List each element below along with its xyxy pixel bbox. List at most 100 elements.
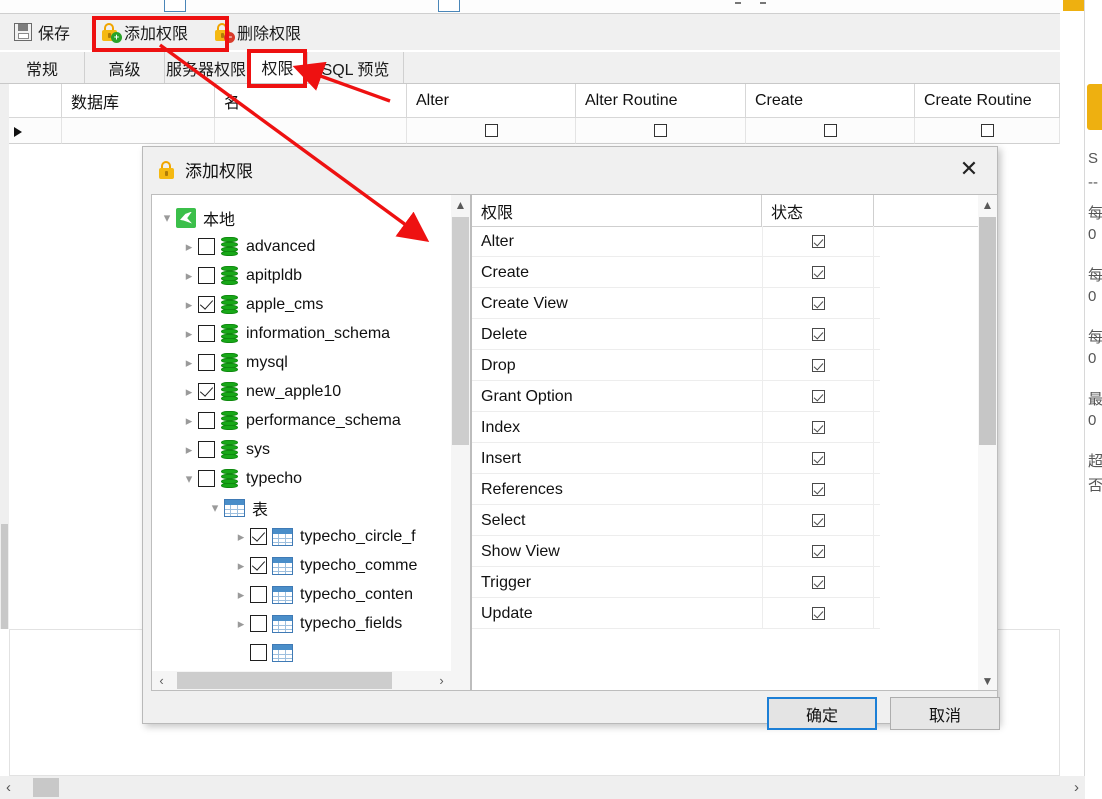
create-routine-checkbox[interactable] bbox=[980, 124, 994, 137]
ok-button[interactable]: 确定 bbox=[767, 697, 877, 730]
tree-node-apitpldb[interactable]: ▸ apitpldb bbox=[152, 261, 302, 290]
tree-node-new-apple10[interactable]: ▸ new_apple10 bbox=[152, 377, 341, 406]
list-item[interactable]: Create View bbox=[472, 288, 880, 319]
status-checkbox[interactable] bbox=[811, 297, 825, 310]
cancel-button[interactable]: 取消 bbox=[890, 697, 1000, 730]
tree-node-typecho-circle-f[interactable]: ▸ typecho_circle_f bbox=[152, 522, 416, 551]
chevron-down-icon[interactable]: ▾ bbox=[180, 464, 198, 493]
list-item[interactable]: Show View bbox=[472, 536, 880, 567]
tree-node-tables-group[interactable]: ▾ 表 bbox=[152, 493, 268, 522]
tree-vscroll-thumb[interactable] bbox=[452, 217, 469, 445]
status-checkbox[interactable] bbox=[811, 452, 825, 465]
tree-checkbox[interactable] bbox=[250, 644, 267, 661]
tree-hscroll-thumb[interactable] bbox=[177, 672, 392, 689]
delete-privilege-button[interactable]: − 删除权限 bbox=[213, 20, 301, 44]
grid-header-name[interactable]: 名 bbox=[215, 84, 407, 118]
bottom-horizontal-scrollbar[interactable]: ‹ › bbox=[0, 776, 1085, 799]
privilege-status[interactable] bbox=[762, 505, 874, 536]
tree-checkbox[interactable] bbox=[198, 412, 215, 429]
status-checkbox[interactable] bbox=[811, 235, 825, 248]
chevron-right-icon[interactable]: ▸ bbox=[180, 232, 198, 261]
chevron-right-icon[interactable]: ▸ bbox=[180, 435, 198, 464]
scroll-up-icon[interactable]: ▲ bbox=[451, 195, 470, 214]
privilege-status[interactable] bbox=[762, 319, 874, 350]
list-item[interactable]: Trigger bbox=[472, 567, 880, 598]
tree-vertical-scrollbar[interactable]: ▲ ▼ bbox=[451, 195, 470, 690]
chevron-right-icon[interactable]: ▸ bbox=[180, 319, 198, 348]
tree-checkbox[interactable] bbox=[250, 528, 267, 545]
tree-node-typecho-contents[interactable]: ▸ typecho_conten bbox=[152, 580, 413, 609]
privileges-list[interactable]: 权限 状态 Alter Create Create View Delete Dr… bbox=[471, 194, 998, 691]
tab-privileges[interactable]: 权限 bbox=[248, 52, 308, 83]
grid-header-create-routine[interactable]: Create Routine bbox=[915, 84, 1060, 118]
grid-header-alter-routine[interactable]: Alter Routine bbox=[576, 84, 746, 118]
close-icon[interactable]: ✕ bbox=[947, 153, 991, 187]
privilege-status[interactable] bbox=[762, 536, 874, 567]
privilege-status[interactable] bbox=[762, 381, 874, 412]
status-checkbox[interactable] bbox=[811, 328, 825, 341]
status-checkbox[interactable] bbox=[811, 576, 825, 589]
tab-advanced[interactable]: 高级 bbox=[85, 52, 165, 83]
privilege-status[interactable] bbox=[762, 226, 874, 257]
grid-header-selector[interactable] bbox=[0, 84, 62, 118]
tree-checkbox[interactable] bbox=[198, 470, 215, 487]
chevron-right-icon[interactable]: ▸ bbox=[180, 290, 198, 319]
chevron-right-icon[interactable]: ▸ bbox=[232, 580, 250, 609]
tree-node-typecho-fields[interactable]: ▸ typecho_fields bbox=[152, 609, 402, 638]
grid-icon-2[interactable] bbox=[438, 0, 460, 12]
chevron-right-icon[interactable]: ▸ bbox=[180, 261, 198, 290]
privilege-status[interactable] bbox=[762, 443, 874, 474]
privileges-vscroll-thumb[interactable] bbox=[979, 217, 996, 445]
tree-node-apple-cms[interactable]: ▸ apple_cms bbox=[152, 290, 323, 319]
tree-checkbox[interactable] bbox=[198, 354, 215, 371]
list-item[interactable]: Create bbox=[472, 257, 880, 288]
status-checkbox[interactable] bbox=[811, 607, 825, 620]
grid-cell-name[interactable] bbox=[215, 118, 407, 144]
status-checkbox[interactable] bbox=[811, 390, 825, 403]
chevron-right-icon[interactable]: ▸ bbox=[232, 551, 250, 580]
tree-node-root[interactable]: ▾ 本地 bbox=[152, 203, 235, 232]
status-checkbox[interactable] bbox=[811, 545, 825, 558]
column-header-privilege[interactable]: 权限 bbox=[472, 195, 762, 226]
scroll-right-icon[interactable]: › bbox=[1068, 776, 1085, 799]
column-header-status[interactable]: 状态 bbox=[762, 195, 874, 226]
chevron-down-icon[interactable]: ▾ bbox=[206, 493, 224, 522]
tree-checkbox[interactable] bbox=[198, 383, 215, 400]
status-checkbox[interactable] bbox=[811, 359, 825, 372]
privilege-status[interactable] bbox=[762, 412, 874, 443]
list-item[interactable]: Grant Option bbox=[472, 381, 880, 412]
list-item[interactable]: Insert bbox=[472, 443, 880, 474]
tab-server-privileges[interactable]: 服务器权限 bbox=[165, 52, 248, 83]
chevron-down-icon[interactable]: ▾ bbox=[158, 203, 176, 232]
tree-checkbox[interactable] bbox=[250, 615, 267, 632]
privilege-status[interactable] bbox=[762, 350, 874, 381]
save-button[interactable]: 保存 bbox=[14, 20, 70, 44]
grid-cell-create[interactable] bbox=[746, 118, 915, 144]
list-item[interactable]: Select bbox=[472, 505, 880, 536]
scroll-left-icon[interactable]: ‹ bbox=[152, 671, 171, 690]
tree-node-partial[interactable] bbox=[152, 638, 300, 667]
tree-checkbox[interactable] bbox=[198, 238, 215, 255]
alter-checkbox[interactable] bbox=[484, 124, 498, 137]
status-checkbox[interactable] bbox=[811, 483, 825, 496]
table-row[interactable] bbox=[0, 118, 62, 144]
scroll-up-icon[interactable]: ▲ bbox=[978, 195, 997, 214]
privilege-status[interactable] bbox=[762, 257, 874, 288]
tab-sql-preview[interactable]: SQL 预览 bbox=[308, 52, 404, 83]
grid-cell-create-routine[interactable] bbox=[915, 118, 1060, 144]
status-checkbox[interactable] bbox=[811, 266, 825, 279]
tree-node-typecho-comments[interactable]: ▸ typecho_comme bbox=[152, 551, 417, 580]
list-item[interactable]: Alter bbox=[472, 226, 880, 257]
tree-node-performance-schema[interactable]: ▸ performance_schema bbox=[152, 406, 401, 435]
tree-checkbox[interactable] bbox=[198, 325, 215, 342]
tree-checkbox[interactable] bbox=[250, 557, 267, 574]
tree-checkbox[interactable] bbox=[198, 441, 215, 458]
tree-node-sys[interactable]: ▸ sys bbox=[152, 435, 270, 464]
object-tree[interactable]: ▾ 本地 ▸ advanced ▸ apitpldb ▸ apple_cms ▸… bbox=[151, 194, 471, 691]
grid-cell-alter[interactable] bbox=[407, 118, 576, 144]
tree-checkbox[interactable] bbox=[250, 586, 267, 603]
tab-general[interactable]: 常规 bbox=[0, 52, 85, 83]
privilege-status[interactable] bbox=[762, 598, 874, 629]
privilege-status[interactable] bbox=[762, 474, 874, 505]
privilege-status[interactable] bbox=[762, 567, 874, 598]
